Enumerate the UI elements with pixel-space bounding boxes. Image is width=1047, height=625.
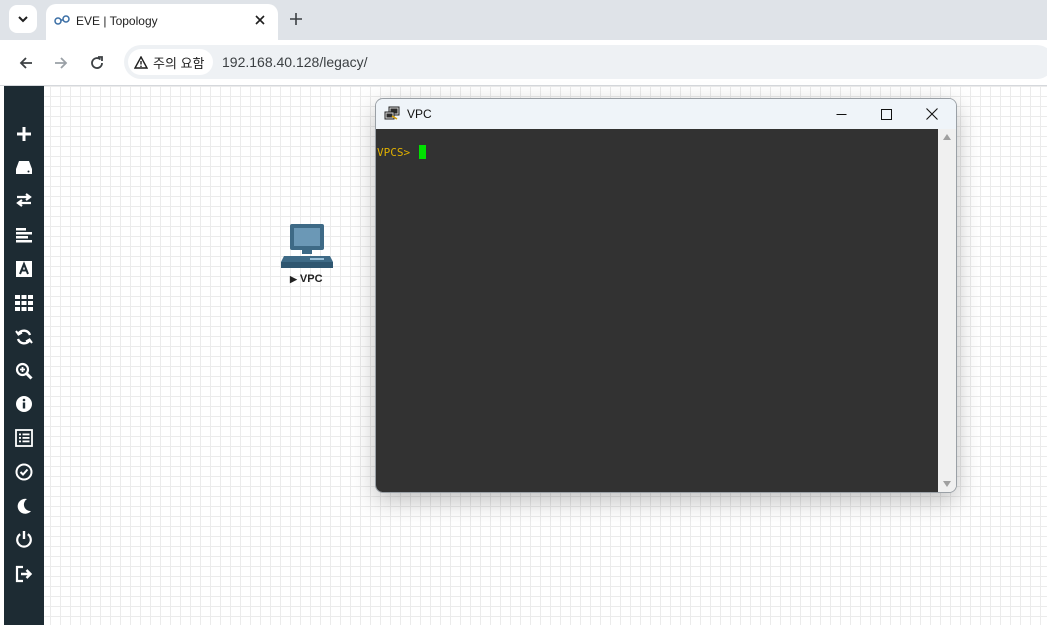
maximize-button[interactable]: [864, 99, 908, 129]
sidebar-nodes[interactable]: [13, 156, 35, 178]
triangle-up-icon: [943, 134, 951, 140]
browser-tab-strip: EVE | Topology: [0, 0, 1047, 40]
sidebar-close-lab[interactable]: [13, 528, 35, 550]
vpc-terminal-window[interactable]: VPC VPCS>: [375, 98, 957, 493]
reload-icon: [91, 56, 103, 69]
reload-button[interactable]: [86, 52, 108, 74]
moon-icon: [17, 498, 31, 514]
sidebar-zoom[interactable]: [13, 360, 35, 382]
arrow-right-icon: [55, 57, 68, 69]
terminal-cursor: [419, 145, 426, 159]
sidebar-networks[interactable]: [13, 189, 35, 211]
refresh-icon: [15, 329, 33, 345]
sidebar-refresh[interactable]: [13, 326, 35, 348]
sidebar-dark-mode[interactable]: [13, 495, 35, 517]
close-icon: [926, 108, 938, 120]
sidebar-status[interactable]: [13, 393, 35, 415]
putty-icon: [384, 106, 400, 120]
back-button[interactable]: [15, 52, 37, 74]
new-tab-button[interactable]: [286, 9, 306, 29]
window-titlebar[interactable]: VPC: [376, 99, 956, 129]
sidebar-logout[interactable]: [13, 563, 35, 585]
terminal-scrollbar[interactable]: [938, 129, 956, 492]
warning-triangle-icon: [134, 55, 148, 69]
maximize-icon: [880, 108, 892, 120]
eve-sidebar: [4, 86, 44, 625]
sidebar-text[interactable]: [13, 258, 35, 280]
close-icon: [255, 15, 265, 25]
arrow-left-icon: [19, 57, 32, 69]
plus-icon: [290, 13, 302, 25]
list-icon: [15, 429, 33, 447]
security-label: 주의 요함: [153, 55, 205, 71]
align-left-icon: [16, 228, 32, 243]
triangle-down-icon: [943, 481, 951, 487]
eve-logo-icon: [54, 15, 70, 25]
pc-monitor-icon: [281, 224, 333, 268]
site-security-chip[interactable]: 주의 요함: [128, 49, 214, 75]
url-text: 192.168.40.128/legacy/: [222, 54, 368, 70]
sidebar-add-object[interactable]: [13, 123, 35, 145]
scroll-down-button[interactable]: [938, 476, 956, 492]
window-title: VPC: [407, 107, 432, 121]
browser-toolbar: 주의 요함 192.168.40.128/legacy/: [0, 40, 1047, 86]
browser-tab-active[interactable]: EVE | Topology: [46, 4, 278, 40]
grid-icon: [15, 295, 33, 311]
terminal-prompt: VPCS>: [377, 146, 411, 159]
sidebar-startup-configs[interactable]: [13, 224, 35, 246]
scroll-up-button[interactable]: [938, 129, 956, 145]
minimize-button[interactable]: [819, 99, 863, 129]
exchange-arrows-icon: [16, 193, 32, 207]
power-icon: [16, 531, 32, 548]
check-circle-icon: [15, 463, 33, 481]
plus-icon: [17, 127, 31, 141]
sidebar-lock-lab[interactable]: [13, 461, 35, 483]
minimize-icon: [836, 113, 846, 115]
topology-node-vpc[interactable]: ▶ VPC: [280, 222, 340, 292]
play-triangle-icon: ▶: [290, 273, 297, 284]
info-icon: [16, 396, 32, 412]
hard-drive-icon: [16, 161, 32, 174]
forward-button[interactable]: [50, 52, 72, 74]
tab-close-button[interactable]: [252, 12, 268, 28]
sidebar-pictures[interactable]: [13, 292, 35, 314]
zoom-in-icon: [15, 362, 33, 380]
tab-title: EVE | Topology: [76, 14, 158, 28]
tab-search-button[interactable]: [9, 5, 37, 33]
address-bar[interactable]: 주의 요함 192.168.40.128/legacy/: [124, 45, 1047, 79]
terminal-screen[interactable]: VPCS>: [376, 129, 938, 492]
node-label: ▶ VPC: [290, 273, 323, 285]
sidebar-lab-details[interactable]: [13, 427, 35, 449]
logout-icon: [15, 565, 33, 583]
chevron-down-icon: [18, 16, 28, 23]
close-button[interactable]: [910, 99, 954, 129]
font-icon: [16, 261, 32, 277]
node-name: VPC: [299, 273, 323, 285]
